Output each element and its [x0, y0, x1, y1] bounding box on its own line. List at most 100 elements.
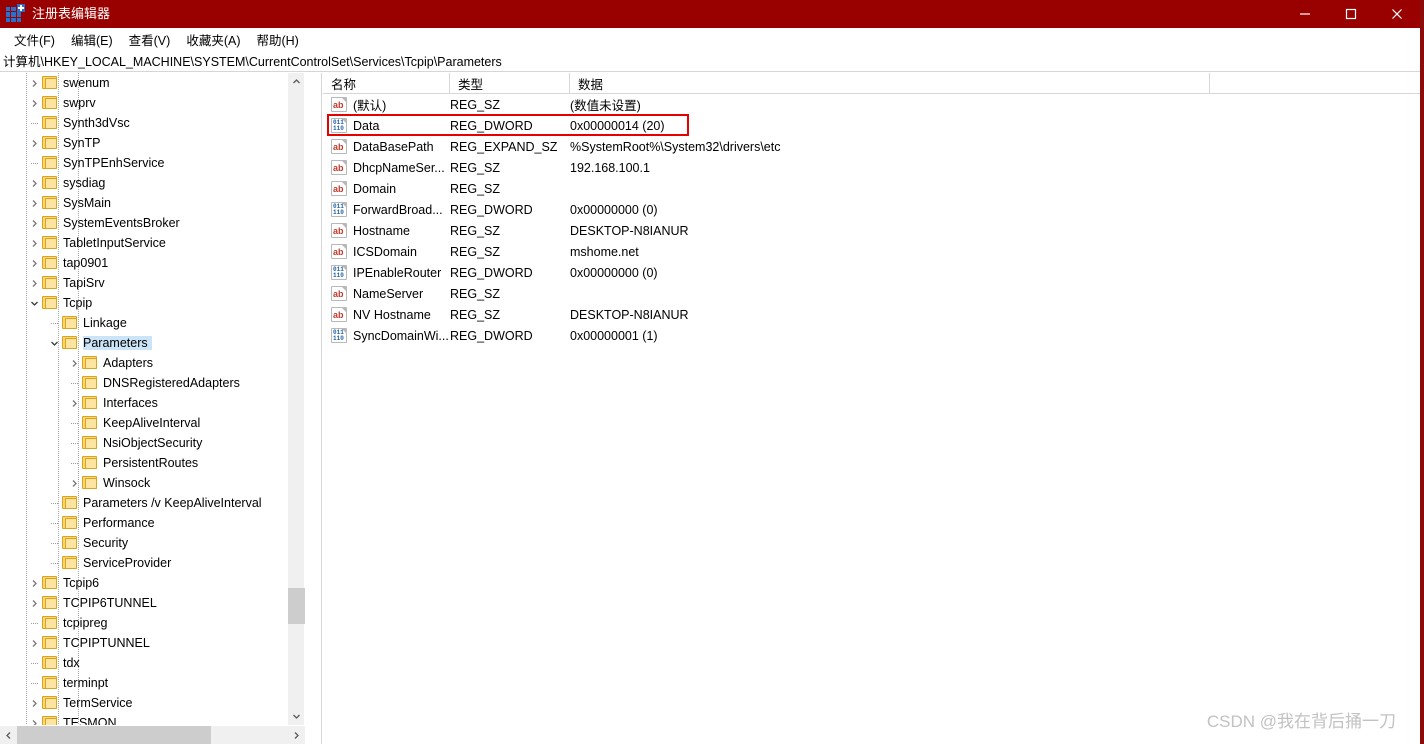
tree-item-keepaliveinterval[interactable]: KeepAliveInterval [0, 413, 305, 433]
scrollbar-thumb-horizontal[interactable] [17, 726, 211, 744]
chevron-right-icon[interactable] [66, 473, 82, 493]
menu-item-view[interactable]: 查看(V) [121, 28, 179, 51]
value-row[interactable]: ab NameServer REG_SZ [323, 283, 1420, 304]
chevron-right-icon[interactable] [26, 173, 42, 193]
maximize-icon[interactable] [1328, 0, 1374, 28]
tree-item-swenum[interactable]: swenum [0, 73, 305, 93]
string-value-icon: ab [331, 160, 347, 175]
dword-value-icon: 011 110 [331, 202, 347, 217]
chevron-right-icon[interactable] [66, 353, 82, 373]
tree-item-tdx[interactable]: tdx [0, 653, 305, 673]
chevron-right-icon[interactable] [26, 573, 42, 593]
menu-item-file[interactable]: 文件(F) [6, 28, 63, 51]
folder-icon [82, 456, 98, 470]
chevron-right-icon[interactable] [26, 593, 42, 613]
tree-item-tcpip6[interactable]: Tcpip6 [0, 573, 305, 593]
tree-item-persistentroutes[interactable]: PersistentRoutes [0, 453, 305, 473]
tree-item-adapters[interactable]: Adapters [0, 353, 305, 373]
chevron-right-icon[interactable] [26, 93, 42, 113]
chevron-down-icon[interactable] [288, 708, 305, 725]
tree-item-performance[interactable]: Performance [0, 513, 305, 533]
tree-item-synth3dvsc[interactable]: Synth3dVsc [0, 113, 305, 133]
tree-item-tapisrv[interactable]: TapiSrv [0, 273, 305, 293]
registry-tree[interactable]: swenum swprv Synth3dVsc SynTP SynTPEnhServic… [0, 73, 305, 725]
value-type: REG_DWORD [450, 202, 533, 217]
chevron-right-icon[interactable] [26, 213, 42, 233]
tree-item-tap0901[interactable]: tap0901 [0, 253, 305, 273]
value-row[interactable]: ab ICSDomain REG_SZ mshome.net [323, 241, 1420, 262]
chevron-left-icon[interactable] [0, 726, 17, 744]
value-row[interactable]: 011 110 SyncDomainWi... REG_DWORD 0x00000001… [323, 325, 1420, 346]
chevron-right-icon[interactable] [26, 633, 42, 653]
tree-item-security[interactable]: Security [0, 533, 305, 553]
chevron-right-icon[interactable] [26, 193, 42, 213]
menu-item-help[interactable]: 帮助(H) [248, 28, 306, 51]
value-row[interactable]: 011 110 Data REG_DWORD 0x00000014 (20) [323, 115, 1420, 136]
tree-item-linkage[interactable]: Linkage [0, 313, 305, 333]
tree-horizontal-scrollbar[interactable] [0, 725, 305, 744]
tree-item-sysmain[interactable]: SysMain [0, 193, 305, 213]
string-value-icon: ab [331, 286, 347, 301]
menu-bar: 文件(F) 编辑(E) 查看(V) 收藏夹(A) 帮助(H) [0, 28, 1420, 50]
tree-item-winsock[interactable]: Winsock [0, 473, 305, 493]
tree-item-termservice[interactable]: TermService [0, 693, 305, 713]
address-bar[interactable]: 计算机\HKEY_LOCAL_MACHINE\SYSTEM\CurrentCon… [0, 50, 1420, 72]
folder-icon [82, 376, 98, 390]
tree-item-label: PersistentRoutes [103, 456, 199, 470]
tree-item-tabletinputservice[interactable]: TabletInputService [0, 233, 305, 253]
tree-item-syntpenhservice[interactable]: SynTPEnhService [0, 153, 305, 173]
tree-item-tcpip6tunnel[interactable]: TCPIP6TUNNEL [0, 593, 305, 613]
value-type: REG_SZ [450, 307, 501, 322]
tree-item-parameters[interactable]: Parameters [0, 333, 305, 353]
tree-item-serviceprovider[interactable]: ServiceProvider [0, 553, 305, 573]
tree-item-dnsregisteredadapters[interactable]: DNSRegisteredAdapters [0, 373, 305, 393]
column-header-data[interactable]: 数据 [570, 73, 1210, 94]
value-row[interactable]: 011 110 ForwardBroad... REG_DWORD 0x00000000… [323, 199, 1420, 220]
folder-icon [42, 76, 58, 90]
menu-item-edit[interactable]: 编辑(E) [63, 28, 121, 51]
chevron-down-icon[interactable] [46, 333, 62, 353]
tree-item-parameters-v-keepaliveinterval[interactable]: Parameters /v KeepAliveInterval [0, 493, 305, 513]
chevron-right-icon[interactable] [66, 393, 82, 413]
minimize-icon[interactable] [1282, 0, 1328, 28]
tree-connector [46, 513, 62, 533]
tree-item-terminpt[interactable]: terminpt [0, 673, 305, 693]
scrollbar-thumb[interactable] [288, 588, 305, 624]
tree-item-tcpiptunnel[interactable]: TCPIPTUNNEL [0, 633, 305, 653]
tree-item-nsiobjectsecurity[interactable]: NsiObjectSecurity [0, 433, 305, 453]
chevron-right-icon[interactable] [26, 693, 42, 713]
chevron-right-icon[interactable] [26, 133, 42, 153]
tree-item-sysdiag[interactable]: sysdiag [0, 173, 305, 193]
chevron-up-icon[interactable] [288, 73, 305, 90]
tree-item-tcpipreg[interactable]: tcpipreg [0, 613, 305, 633]
value-row[interactable]: ab DataBasePath REG_EXPAND_SZ %SystemRoot%\… [323, 136, 1420, 157]
value-row[interactable]: ab Domain REG_SZ [323, 178, 1420, 199]
chevron-right-icon[interactable] [288, 726, 305, 744]
value-type: REG_EXPAND_SZ [450, 139, 558, 154]
chevron-down-icon[interactable] [26, 293, 42, 313]
value-row[interactable]: ab DhcpNameSer... REG_SZ 192.168.100.1 [323, 157, 1420, 178]
chevron-right-icon[interactable] [26, 713, 42, 725]
tree-item-label: ServiceProvider [83, 556, 172, 570]
value-name-cell: ab (默认) [331, 94, 386, 115]
column-header-name[interactable]: 名称 [323, 73, 450, 94]
tree-vertical-scrollbar[interactable] [287, 73, 305, 725]
chevron-right-icon[interactable] [26, 233, 42, 253]
value-row[interactable]: ab NV Hostname REG_SZ DESKTOP-N8IANUR [323, 304, 1420, 325]
tree-item-tcpip[interactable]: Tcpip [0, 293, 305, 313]
value-row[interactable]: 011 110 IPEnableRouter REG_DWORD 0x00000000 … [323, 262, 1420, 283]
menu-item-favorites[interactable]: 收藏夹(A) [178, 28, 248, 51]
value-name: NV Hostname [353, 307, 431, 322]
close-icon[interactable] [1374, 0, 1420, 28]
tree-item-tesmon[interactable]: TESMON [0, 713, 305, 725]
tree-item-systemeventsbroker[interactable]: SystemEventsBroker [0, 213, 305, 233]
column-header-type[interactable]: 类型 [450, 73, 570, 94]
chevron-right-icon[interactable] [26, 73, 42, 93]
tree-item-swprv[interactable]: swprv [0, 93, 305, 113]
value-row[interactable]: ab Hostname REG_SZ DESKTOP-N8IANUR [323, 220, 1420, 241]
chevron-right-icon[interactable] [26, 273, 42, 293]
value-row[interactable]: ab (默认) REG_SZ (数值未设置) [323, 94, 1420, 115]
tree-item-syntp[interactable]: SynTP [0, 133, 305, 153]
tree-item-interfaces[interactable]: Interfaces [0, 393, 305, 413]
chevron-right-icon[interactable] [26, 253, 42, 273]
